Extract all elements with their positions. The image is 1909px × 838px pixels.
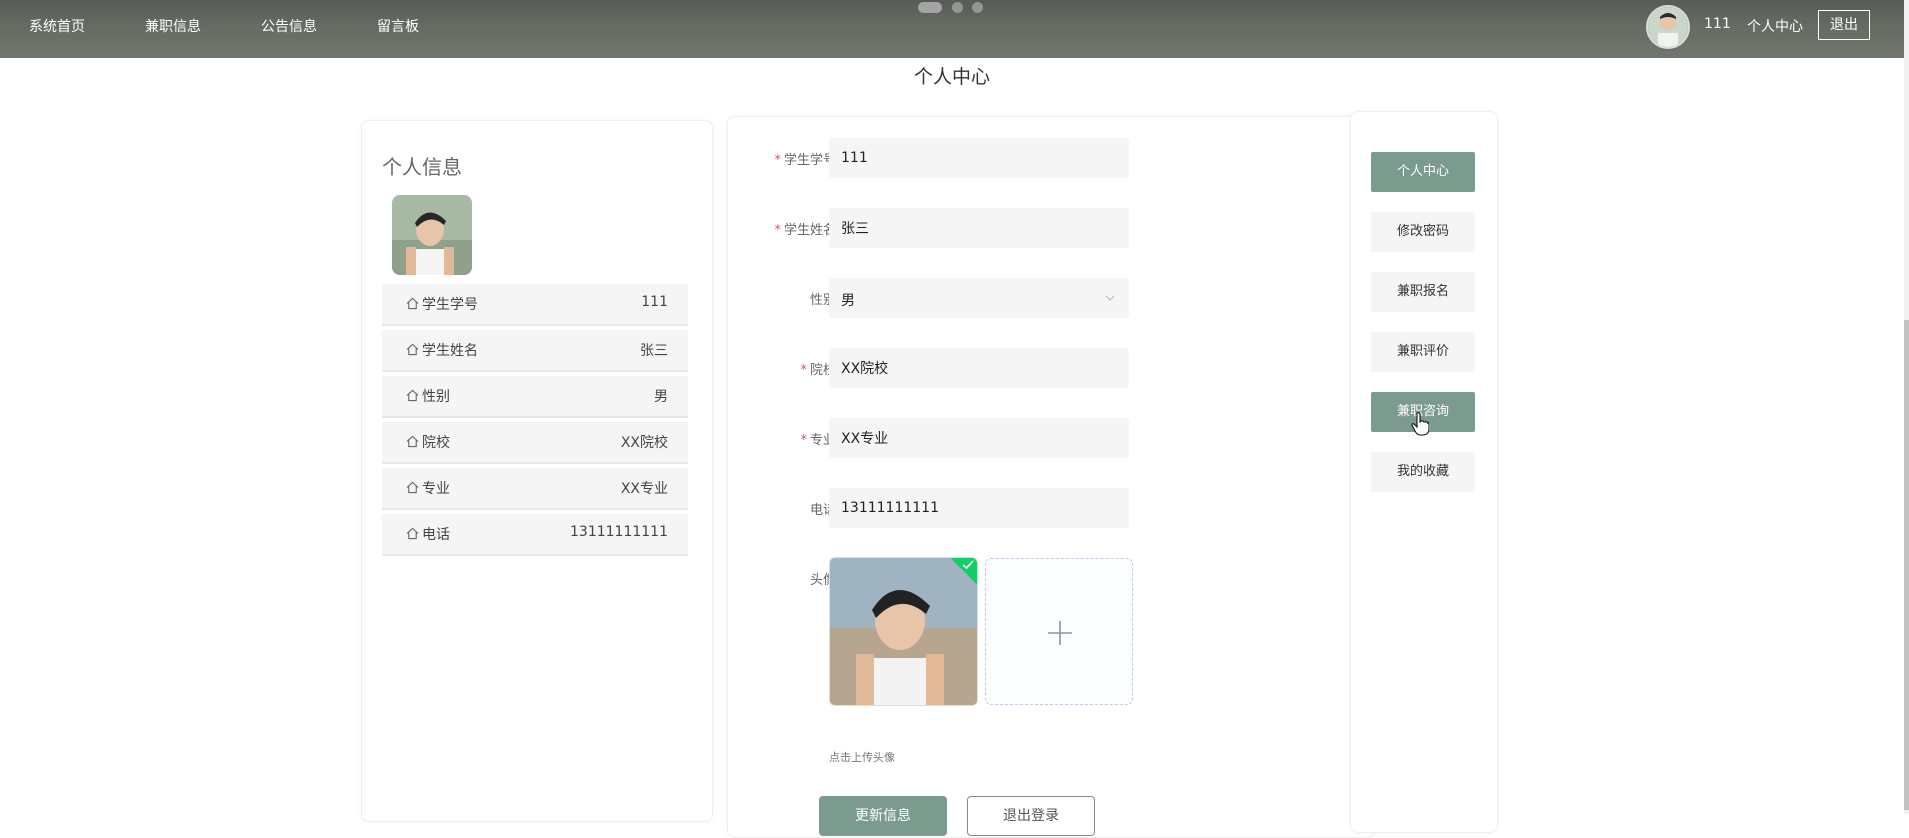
logout-account-button[interactable]: 退出登录: [967, 796, 1095, 836]
pointer-cursor-icon: [1411, 412, 1429, 436]
scrollbar-thumb[interactable]: [1904, 320, 1909, 810]
avatar-upload-button[interactable]: [985, 558, 1133, 705]
info-row-student-no: 学生学号 111: [382, 284, 688, 326]
user-id-label: 111: [1704, 16, 1731, 32]
update-info-button[interactable]: 更新信息: [819, 796, 947, 836]
user-avatar[interactable]: [1646, 5, 1690, 49]
top-navbar: 系统首页 兼职信息 公告信息 留言板 111 个人中心 退出: [0, 0, 1904, 58]
info-label: 院校: [422, 435, 450, 451]
upload-hint: 点击上传头像: [829, 751, 895, 764]
info-label: 学生学号: [422, 297, 478, 313]
info-row-phone: 电话 13111111111: [382, 514, 688, 556]
menu-profile[interactable]: 个人中心: [1371, 152, 1475, 192]
nav-notices[interactable]: 公告信息: [261, 16, 317, 36]
student-name-input[interactable]: [829, 208, 1129, 248]
info-label: 专业: [422, 481, 450, 497]
info-label: 性别: [422, 389, 450, 405]
required-mark: *: [774, 223, 781, 238]
menu-job-review[interactable]: 兼职评价: [1371, 332, 1475, 372]
plus-icon: [1048, 621, 1072, 645]
chevron-down-icon: [1105, 295, 1115, 301]
menu-change-password[interactable]: 修改密码: [1371, 212, 1475, 252]
menu-favorites[interactable]: 我的收藏: [1371, 452, 1475, 492]
phone-label: 电话: [809, 503, 836, 518]
nav-jobs[interactable]: 兼职信息: [145, 16, 201, 36]
gender-label: 性别: [809, 293, 836, 308]
info-label: 学生姓名: [422, 343, 478, 359]
check-icon: [962, 560, 974, 570]
student-name-label: * 学生姓名: [774, 223, 836, 238]
major-label: * 专业: [800, 433, 836, 448]
page-scrollbar[interactable]: [1904, 0, 1909, 814]
home-icon: [406, 435, 419, 448]
profile-card-heading: 个人信息: [382, 155, 462, 179]
side-menu: 个人中心 修改密码 兼职报名 兼职评价 兼职咨询 我的收藏: [1350, 111, 1498, 833]
home-icon: [406, 297, 419, 310]
school-input[interactable]: [829, 348, 1129, 388]
nav-profile-link[interactable]: 个人中心: [1747, 16, 1803, 36]
info-row-gender: 性别 男: [382, 376, 688, 418]
nav-home[interactable]: 系统首页: [29, 16, 85, 36]
home-icon: [406, 481, 419, 494]
student-no-input[interactable]: [829, 138, 1129, 178]
gender-selected-value: 男: [841, 293, 855, 309]
profile-card: 个人信息 学生学号 111 学生姓名 张三 性别 男 院校 XX院校 专业 XX…: [361, 120, 713, 822]
profile-photo: [392, 195, 472, 275]
info-row-major: 专业 XX专业: [382, 468, 688, 510]
student-no-label: * 学生学号: [774, 153, 836, 168]
info-value: 111: [641, 294, 668, 310]
info-value: XX专业: [620, 481, 668, 497]
home-icon: [406, 527, 419, 540]
home-icon: [406, 343, 419, 356]
info-value: 男: [654, 389, 668, 405]
menu-job-signup[interactable]: 兼职报名: [1371, 272, 1475, 312]
info-label: 电话: [422, 527, 450, 543]
school-label: * 院校: [800, 363, 836, 378]
required-mark: *: [800, 433, 807, 448]
required-mark: *: [800, 363, 807, 378]
profile-form: *学生学号 *学生姓名 性别 男 *院校 *专业 电话 头像 点击上传头像 更新…: [727, 116, 1375, 838]
info-row-student-name: 学生姓名 张三: [382, 330, 688, 372]
avatar-label: 头像: [809, 573, 836, 588]
info-value: 13111111111: [570, 524, 668, 540]
info-value: 张三: [640, 343, 668, 359]
page-title: 个人中心: [913, 66, 990, 88]
major-input[interactable]: [829, 418, 1129, 458]
phone-input[interactable]: [829, 488, 1129, 528]
required-mark: *: [774, 153, 781, 168]
avatar-preview[interactable]: [829, 557, 978, 706]
info-row-school: 院校 XX院校: [382, 422, 688, 464]
home-icon: [406, 389, 419, 402]
nav-message-board[interactable]: 留言板: [377, 16, 419, 36]
info-value: XX院校: [620, 435, 668, 451]
logout-button[interactable]: 退出: [1818, 10, 1870, 40]
gender-select[interactable]: 男: [829, 278, 1129, 318]
